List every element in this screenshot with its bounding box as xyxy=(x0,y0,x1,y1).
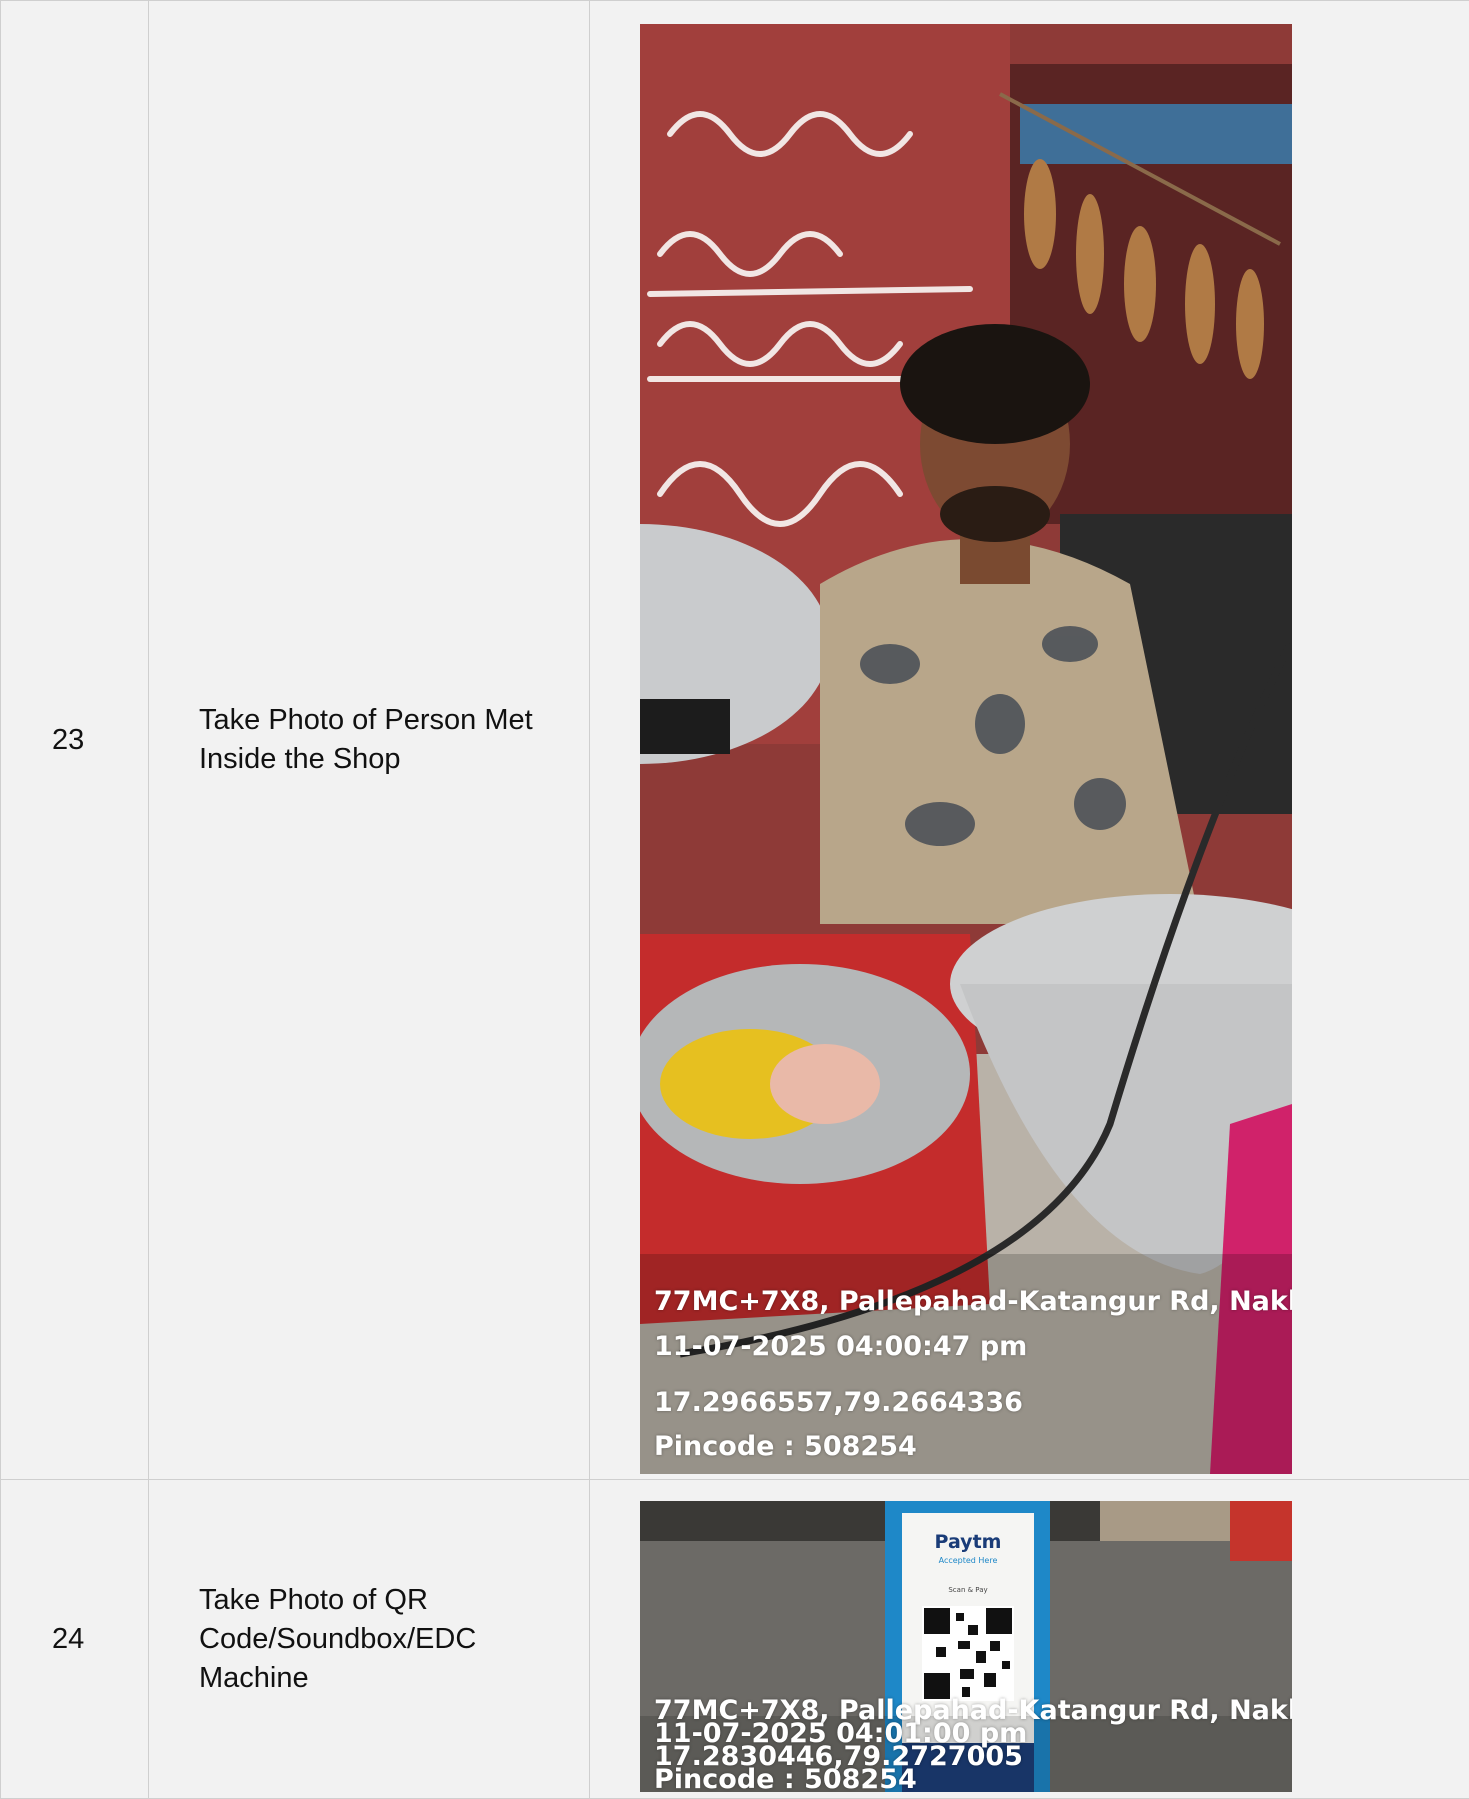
person-photo-image xyxy=(640,23,1292,1474)
row-description: Take Photo of QR Code/Soundbox/EDC Machi… xyxy=(199,1583,477,1694)
description-cell: Take Photo of Person Met Inside the Shop xyxy=(148,0,590,1480)
photo-datetime: 11-07-2025 04:00:47 pm xyxy=(654,1330,1028,1362)
photo-pincode: Pincode : 508254 xyxy=(654,1764,917,1792)
photo-cell: Paytm Accepted Here Scan & Pay 77MC+7X8,… xyxy=(589,1479,1469,1799)
photo-cell: 77MC+7X8, Pallepahad-Katangur Rd, Nakkal… xyxy=(589,0,1469,1480)
photo-pincode: Pincode : 508254 xyxy=(654,1430,917,1462)
table-row: 24 Take Photo of QR Code/Soundbox/EDC Ma… xyxy=(0,1479,1469,1799)
person-photo[interactable]: 77MC+7X8, Pallepahad-Katangur Rd, Nakkal… xyxy=(640,23,1292,1474)
row-number-cell: 24 xyxy=(0,1479,149,1799)
description-cell: Take Photo of QR Code/Soundbox/EDC Machi… xyxy=(148,1479,590,1799)
photo-coordinates: 17.2966557,79.2664336 xyxy=(654,1386,1023,1418)
row-description: Take Photo of Person Met Inside the Shop xyxy=(199,704,533,775)
scan-pay-text: Scan & Pay xyxy=(948,1586,988,1594)
row-number: 23 xyxy=(52,723,85,756)
photo-address: 77MC+7X8, Pallepahad-Katangur Rd, Nakkal… xyxy=(654,1285,1292,1317)
row-number: 24 xyxy=(52,1622,85,1655)
table-row: 23 Take Photo of Person Met Inside the S… xyxy=(0,0,1469,1480)
report-table: 23 Take Photo of Person Met Inside the S… xyxy=(0,0,1469,1799)
paytm-accepted-text: Accepted Here xyxy=(938,1556,998,1565)
paytm-logo: Paytm xyxy=(934,1531,1002,1553)
row-number-cell: 23 xyxy=(0,0,149,1480)
qr-photo[interactable]: Paytm Accepted Here Scan & Pay 77MC+7X8,… xyxy=(640,1501,1292,1792)
